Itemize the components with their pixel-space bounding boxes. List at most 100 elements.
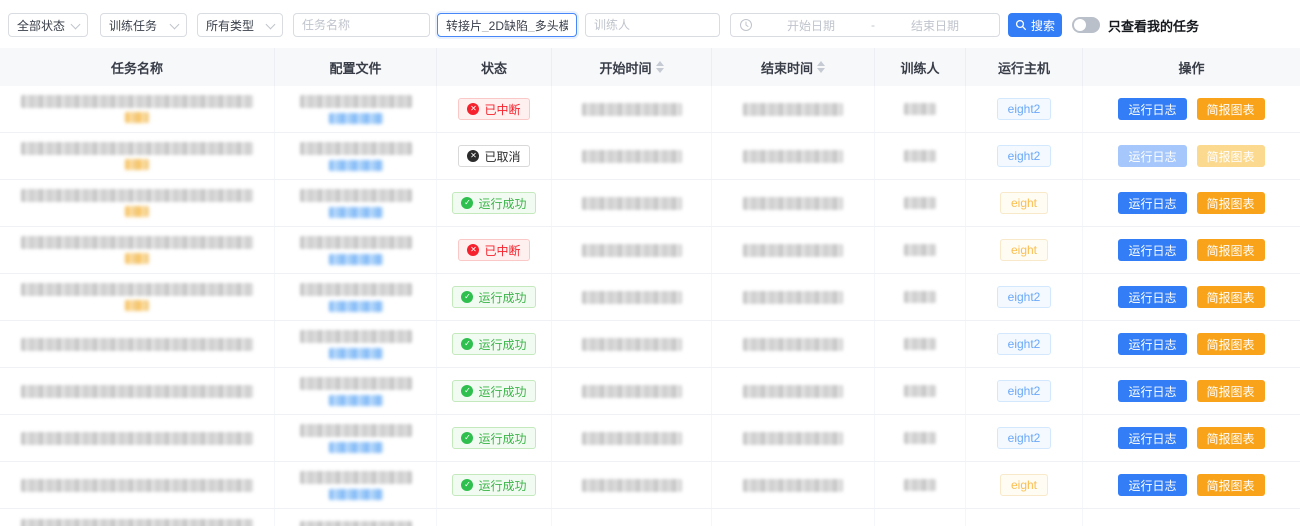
status-cell: ✕已中断	[437, 227, 552, 273]
status-badge: ✓运行成功	[452, 286, 535, 308]
redacted-config-link[interactable]	[329, 395, 383, 406]
host-cell: eight2	[966, 368, 1083, 414]
sort-icon[interactable]	[817, 61, 825, 73]
model-name-input[interactable]	[446, 18, 568, 32]
run-log-button[interactable]: 运行日志	[1118, 380, 1186, 402]
status-cell: ✓运行成功	[437, 321, 552, 367]
redacted-task-name	[21, 142, 253, 155]
redacted-config-link[interactable]	[329, 489, 383, 500]
table-body: ✕已中断eight2运行日志简报图表✕已取消eight2运行日志简报图表✓运行成…	[0, 86, 1300, 526]
report-chart-button[interactable]: 简报图表	[1197, 474, 1265, 496]
end-time-cell	[712, 180, 875, 226]
task-name-input[interactable]	[302, 18, 421, 32]
host-tag: eight2	[997, 286, 1052, 308]
redacted-config-file	[300, 330, 412, 343]
redacted-config-link[interactable]	[329, 160, 383, 171]
config-file-cell	[275, 180, 437, 226]
status-cell: ✓运行成功	[437, 415, 552, 461]
redacted-trainer	[904, 244, 936, 256]
actions-cell: 运行日志简报图表	[1083, 180, 1300, 226]
task-type-filter-select[interactable]: 训练任务	[100, 13, 187, 37]
config-file-cell	[275, 321, 437, 367]
redacted-task-name	[21, 519, 253, 526]
end-date-placeholder[interactable]: 结束日期	[879, 17, 991, 34]
actions-cell: 运行日志简报图表	[1083, 415, 1300, 461]
run-log-button[interactable]: 运行日志	[1118, 98, 1186, 120]
redacted-task-tag	[125, 159, 149, 170]
status-cell: ✕已取消	[437, 133, 552, 179]
end-time-cell	[712, 133, 875, 179]
status-badge: ✓运行成功	[452, 333, 535, 355]
table-header-row: 任务名称 配置文件 状态 开始时间 结束时间 训练人 运行主机	[0, 48, 1300, 86]
status-cell: ✕已中断	[437, 86, 552, 132]
column-header-label: 结束时间	[761, 58, 813, 77]
run-log-button[interactable]: 运行日志	[1118, 286, 1186, 308]
redacted-config-file	[300, 521, 412, 526]
date-range-picker[interactable]: 开始日期 - 结束日期	[730, 13, 1000, 37]
category-filter-select[interactable]: 所有类型	[197, 13, 283, 37]
trainer-input[interactable]	[594, 18, 711, 32]
report-chart-button[interactable]: 简报图表	[1197, 145, 1265, 167]
status-label: 已取消	[484, 148, 520, 165]
sort-icon[interactable]	[656, 61, 664, 73]
table-row: ✕已取消eight2运行日志简报图表	[0, 133, 1300, 180]
search-icon	[1015, 19, 1027, 31]
host-tag: eight2	[997, 333, 1052, 355]
status-label: 运行成功	[478, 289, 526, 306]
start-time-cell	[552, 86, 712, 132]
redacted-config-link[interactable]	[329, 254, 383, 265]
report-chart-button[interactable]: 简报图表	[1197, 239, 1265, 261]
run-log-button[interactable]: 运行日志	[1118, 145, 1186, 167]
run-log-button[interactable]: 运行日志	[1118, 239, 1186, 261]
column-header-end-time[interactable]: 结束时间	[712, 48, 875, 86]
redacted-config-link[interactable]	[329, 442, 383, 453]
report-chart-button[interactable]: 简报图表	[1197, 333, 1265, 355]
table-row: ✓运行成功 eight2 运行日志简报图表	[0, 274, 1300, 321]
task-name-cell	[0, 86, 275, 132]
column-header-trainer: 训练人	[875, 48, 966, 86]
host-cell: eight2	[966, 86, 1083, 132]
redacted-task-name	[21, 95, 253, 108]
column-header-start-time[interactable]: 开始时间	[552, 48, 712, 86]
task-table: 任务名称 配置文件 状态 开始时间 结束时间 训练人 运行主机	[0, 48, 1300, 526]
redacted-config-file	[300, 471, 412, 484]
redacted-config-link[interactable]	[329, 207, 383, 218]
column-header-actions: 操作	[1083, 48, 1300, 86]
run-log-button[interactable]: 运行日志	[1118, 474, 1186, 496]
redacted-end-time	[743, 103, 843, 116]
status-badge: ✕已中断	[458, 98, 529, 120]
redacted-start-time	[582, 244, 682, 257]
column-header-label: 任务名称	[111, 58, 163, 77]
search-button[interactable]: 搜索	[1008, 13, 1062, 37]
toggle-knob	[1074, 19, 1086, 31]
status-filter-select[interactable]: 全部状态	[8, 13, 88, 37]
config-file-cell	[275, 509, 437, 526]
actions-cell	[1083, 509, 1300, 526]
report-chart-button[interactable]: 简报图表	[1197, 286, 1265, 308]
start-date-placeholder[interactable]: 开始日期	[755, 17, 867, 34]
table-row: ✓运行成功eight运行日志简报图表	[0, 180, 1300, 227]
report-chart-button[interactable]: 简报图表	[1197, 192, 1265, 214]
end-time-cell	[712, 368, 875, 414]
status-badge: ✓运行成功	[452, 192, 535, 214]
redacted-config-link[interactable]	[329, 113, 383, 124]
report-chart-button[interactable]: 简报图表	[1197, 380, 1265, 402]
end-time-cell	[712, 415, 875, 461]
status-cell: ✓运行成功	[437, 368, 552, 414]
redacted-config-link[interactable]	[329, 348, 383, 359]
run-log-button[interactable]: 运行日志	[1118, 427, 1186, 449]
only-my-tasks-toggle[interactable]	[1072, 17, 1100, 33]
clock-icon	[739, 18, 753, 32]
report-chart-button[interactable]: 简报图表	[1197, 427, 1265, 449]
trainer-cell	[875, 227, 966, 273]
redacted-trainer	[904, 150, 936, 162]
config-file-cell	[275, 462, 437, 508]
status-cell: ✓运行成功	[437, 274, 552, 320]
status-label: 运行成功	[478, 336, 526, 353]
redacted-config-link[interactable]	[329, 301, 383, 312]
report-chart-button[interactable]: 简报图表	[1197, 98, 1265, 120]
redacted-config-file	[300, 236, 412, 249]
status-badge: ✓运行成功	[452, 427, 535, 449]
run-log-button[interactable]: 运行日志	[1118, 192, 1186, 214]
run-log-button[interactable]: 运行日志	[1118, 333, 1186, 355]
